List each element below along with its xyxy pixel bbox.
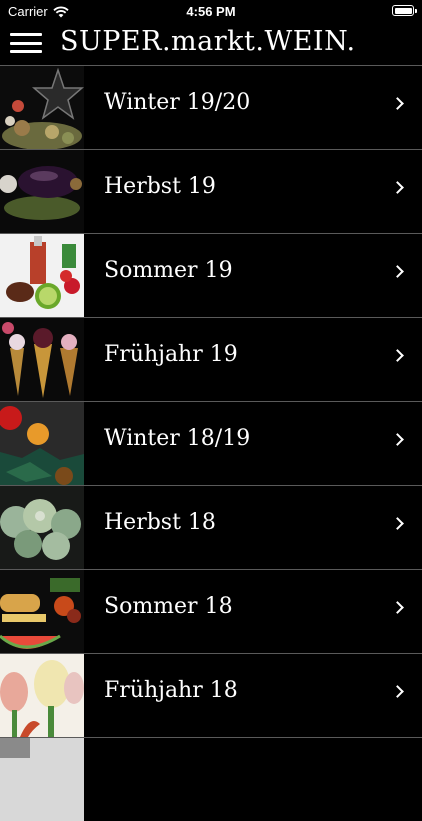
list-item-label: Sommer 19 <box>104 258 233 283</box>
chevron-right-icon <box>391 349 404 362</box>
list-item-sommer-18[interactable]: Sommer 18 <box>0 569 422 653</box>
list-item-label: Herbst 19 <box>104 174 216 199</box>
thumbnail-partial <box>0 738 84 821</box>
status-time: 4:56 PM <box>186 4 236 19</box>
list-item-label: Frühjahr 19 <box>104 342 238 367</box>
thumbnail-fruehjahr-18 <box>0 654 84 737</box>
chevron-right-icon <box>391 517 404 530</box>
list-item-label: Winter 19/20 <box>104 90 251 115</box>
page-title: SUPER.markt.WEIN. <box>60 26 356 57</box>
list-item-herbst-18[interactable]: Herbst 18 <box>0 485 422 569</box>
list-item-sommer-19[interactable]: Sommer 19 <box>0 233 422 317</box>
thumbnail-sommer-18 <box>0 570 84 653</box>
list-item-winter-19-20[interactable]: Winter 19/20 <box>0 65 422 149</box>
chevron-right-icon <box>391 433 404 446</box>
thumbnail-herbst-18 <box>0 486 84 569</box>
status-bar: Carrier 4:56 PM <box>0 0 422 22</box>
list-item-label: Sommer 18 <box>104 594 233 619</box>
chevron-right-icon <box>391 601 404 614</box>
menu-icon <box>10 33 42 36</box>
thumbnail-winter-19-20 <box>0 66 84 149</box>
chevron-right-icon <box>391 685 404 698</box>
chevron-right-icon <box>391 97 404 110</box>
season-list: Winter 19/20 Herbst 19 Sommer 19 Frühjah… <box>0 65 422 821</box>
list-item-label: Frühjahr 18 <box>104 678 238 703</box>
navigation-bar: SUPER.markt.WEIN. <box>0 22 422 66</box>
thumbnail-winter-18-19 <box>0 402 84 485</box>
list-item-herbst-19[interactable]: Herbst 19 <box>0 149 422 233</box>
thumbnail-herbst-19 <box>0 150 84 233</box>
thumbnail-sommer-19 <box>0 234 84 317</box>
menu-button[interactable] <box>10 30 42 56</box>
battery-icon <box>392 5 417 16</box>
list-item-label: Herbst 18 <box>104 510 216 535</box>
list-item-winter-18-19[interactable]: Winter 18/19 <box>0 401 422 485</box>
list-item-label: Winter 18/19 <box>104 426 251 451</box>
chevron-right-icon <box>391 265 404 278</box>
chevron-right-icon <box>391 181 404 194</box>
thumbnail-fruehjahr-19 <box>0 318 84 401</box>
list-item-fruehjahr-19[interactable]: Frühjahr 19 <box>0 317 422 401</box>
list-item-fruehjahr-18[interactable]: Frühjahr 18 <box>0 653 422 737</box>
